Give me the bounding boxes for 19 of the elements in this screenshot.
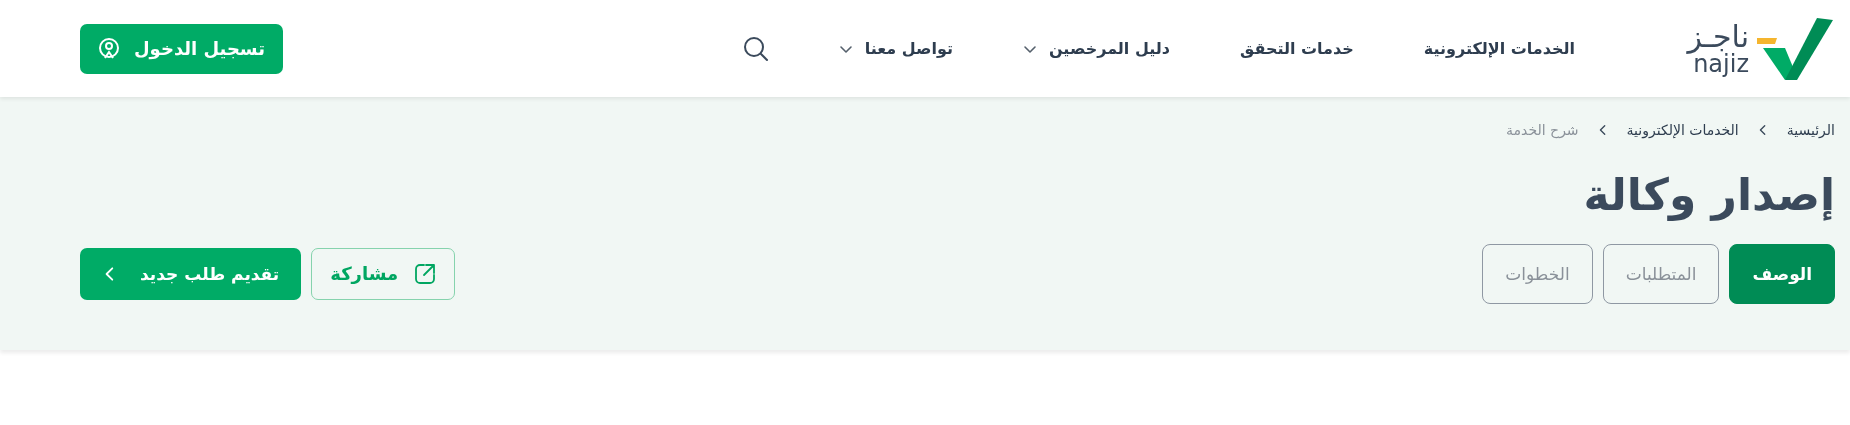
nav-link[interactable]: تواصل معنا <box>838 39 953 58</box>
breadcrumb-link[interactable]: الخدمات الإلكترونية <box>1626 122 1739 138</box>
logo-arabic-text: ناجـز <box>1687 21 1749 52</box>
login-button[interactable]: تسجيل الدخول <box>80 23 283 74</box>
tab[interactable]: الخطوات <box>1482 243 1593 304</box>
breadcrumb-link[interactable]: الرئيسية <box>1786 122 1835 138</box>
breadcrumb-link[interactable]: شرح الخدمة <box>1506 122 1579 138</box>
search-icon[interactable] <box>742 35 769 62</box>
nav-link[interactable]: الخدمات الإلكترونية <box>1423 39 1575 58</box>
tab[interactable]: الوصف <box>1729 243 1835 304</box>
tab[interactable]: المتطلبات <box>1602 243 1720 304</box>
nav-link[interactable]: دليل المرخصين <box>1022 39 1170 58</box>
logo-icon <box>1755 15 1835 82</box>
page-title: إصدار وكالة <box>1582 169 1835 222</box>
external-link-icon <box>414 262 437 285</box>
share-button[interactable]: مشاركة <box>311 247 456 300</box>
location-pin-icon <box>98 36 120 61</box>
nav-link[interactable]: خدمات التحقق <box>1239 39 1354 58</box>
new-request-button[interactable]: تقديم طلب جديد <box>80 247 302 300</box>
